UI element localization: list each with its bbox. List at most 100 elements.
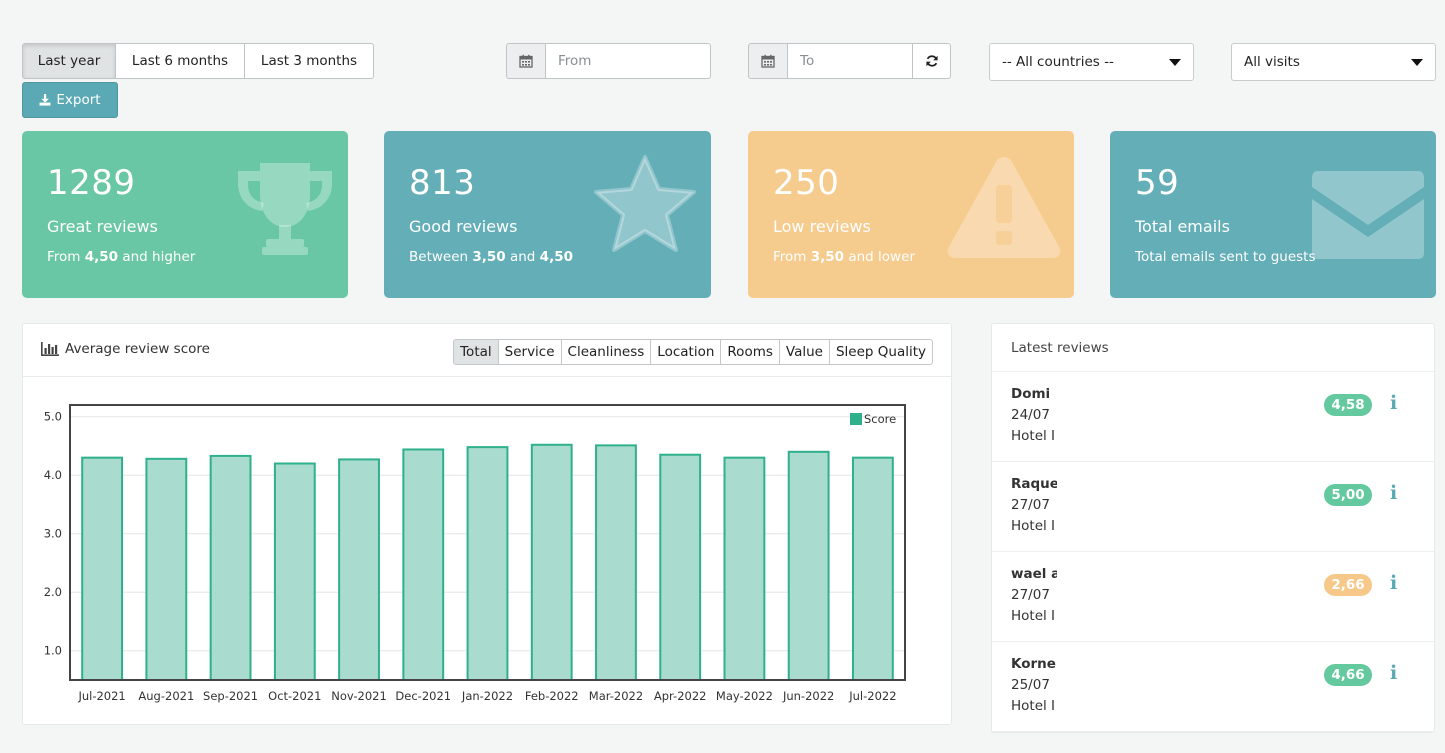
x-tick-label: Dec-2021 [395, 689, 451, 703]
x-tick-label: Jul-2022 [848, 689, 896, 703]
x-tick-label: Jan-2022 [461, 689, 513, 703]
calendar-icon[interactable] [506, 43, 546, 79]
chart-panel-header: Average review score Total Service Clean… [23, 324, 951, 377]
good-reviews-subtitle: Between 3,50 and 4,50 [409, 249, 573, 265]
great-reviews-count: 1289 [47, 163, 136, 203]
good-reviews-count: 813 [409, 163, 476, 203]
review-item[interactable]: Domi 24/07 Hotel I 4,58 i [992, 372, 1434, 462]
caret-down-icon [1411, 58, 1423, 66]
bar [466, 446, 509, 682]
refresh-icon[interactable] [913, 43, 951, 79]
bar [595, 444, 637, 681]
low-reviews-card: 250 Low reviews From 3,50 and lower [748, 131, 1074, 298]
info-icon[interactable]: i [1390, 482, 1397, 504]
bar [723, 456, 766, 681]
great-reviews-title: Great reviews [47, 217, 158, 236]
reviews-list: Domi 24/07 Hotel I 4,58 i Raque 27/07 Hotel I 5,… [992, 372, 1434, 732]
x-tick-label: Jul-2021 [77, 689, 125, 703]
review-hotel: Hotel I [1011, 608, 1056, 624]
review-score-badge: 5,00 [1324, 484, 1372, 506]
bar [338, 458, 380, 682]
review-date: 27/07 [1011, 587, 1050, 603]
x-tick-label: Aug-2021 [138, 689, 194, 703]
caret-down-icon [1169, 58, 1181, 66]
low-reviews-title: Low reviews [773, 217, 871, 236]
info-icon[interactable]: i [1390, 662, 1397, 684]
review-date: 25/07 [1011, 677, 1050, 693]
review-hotel: Hotel I [1011, 518, 1056, 534]
bar [81, 456, 124, 681]
review-score-badge: 4,58 [1324, 394, 1372, 416]
to-date-group [748, 43, 951, 79]
bar-chart-icon [41, 342, 59, 356]
country-select[interactable]: -- All countries -- [989, 43, 1194, 81]
latest-reviews-panel: Latest reviews Domi 24/07 Hotel I 4,58 i Raqu… [991, 323, 1435, 733]
visits-select-value: All visits [1244, 54, 1300, 70]
review-hotel: Hotel I [1011, 698, 1056, 714]
legend-label: Score [864, 412, 896, 426]
bar [659, 453, 702, 681]
y-tick-label: 4.0 [44, 468, 62, 482]
review-item[interactable]: Raque 27/07 Hotel I 5,00 i [992, 462, 1434, 552]
bar [851, 456, 894, 681]
x-tick-label: Jun-2022 [782, 689, 834, 703]
bar [273, 462, 316, 681]
x-tick-label: Apr-2022 [654, 689, 707, 703]
reviewer-name: wael a [1011, 566, 1057, 582]
calendar-icon[interactable] [748, 43, 788, 79]
warning-icon [947, 157, 1061, 258]
chart-panel: Average review score Total Service Clean… [22, 323, 952, 725]
good-reviews-card: 813 Good reviews Between 3,50 and 4,50 [384, 131, 711, 298]
review-date: 24/07 [1011, 407, 1050, 423]
score-category-tabs: Total Service Cleanliness Location Rooms… [453, 339, 933, 365]
chart-title-text: Average review score [65, 341, 210, 357]
last-year-button[interactable]: Last year [22, 43, 116, 79]
download-icon [39, 94, 51, 106]
great-reviews-subtitle: From 4,50 and higher [47, 249, 196, 265]
bar [402, 448, 445, 682]
total-emails-subtitle: Total emails sent to guests [1135, 249, 1316, 265]
average-score-bar-chart: 5.0 4.0 3.0 2.0 1.0 Jul-2021 Aug-2021 Sep-2021 O… [44, 404, 906, 703]
x-tick-label: Mar-2022 [589, 689, 643, 703]
latest-reviews-title: Latest reviews [992, 324, 1434, 372]
total-emails-count: 59 [1135, 163, 1180, 203]
tab-location[interactable]: Location [650, 339, 722, 365]
total-emails-title: Total emails [1135, 217, 1230, 236]
tab-rooms[interactable]: Rooms [720, 339, 780, 365]
bar [145, 457, 188, 681]
from-date-group [506, 43, 711, 79]
review-hotel: Hotel I [1011, 428, 1056, 444]
visits-select[interactable]: All visits [1231, 43, 1436, 81]
to-date-input[interactable] [788, 43, 913, 79]
good-reviews-title: Good reviews [409, 217, 518, 236]
legend-swatch [850, 413, 862, 425]
last-3-months-button[interactable]: Last 3 months [244, 43, 374, 79]
envelope-icon [1312, 171, 1424, 259]
great-reviews-card: 1289 Great reviews From 4,50 and higher [22, 131, 348, 298]
tab-sleep-quality[interactable]: Sleep Quality [828, 339, 933, 365]
star-icon [594, 155, 696, 252]
review-date: 27/07 [1011, 497, 1050, 513]
review-item[interactable]: Korne 25/07 Hotel I 4,66 i [992, 642, 1434, 732]
y-tick-label: 2.0 [44, 585, 62, 599]
review-score-badge: 4,66 [1324, 664, 1372, 686]
tab-service[interactable]: Service [497, 339, 562, 365]
chart-title: Average review score [41, 341, 210, 357]
info-icon[interactable]: i [1390, 392, 1397, 414]
tab-total[interactable]: Total [453, 339, 499, 365]
tab-value[interactable]: Value [778, 339, 830, 365]
y-tick-label: 1.0 [44, 644, 62, 658]
tab-cleanliness[interactable]: Cleanliness [560, 339, 652, 365]
low-reviews-subtitle: From 3,50 and lower [773, 249, 915, 265]
export-button[interactable]: Export [22, 82, 118, 118]
x-tick-label: Nov-2021 [331, 689, 387, 703]
low-reviews-count: 250 [773, 163, 840, 203]
bar [530, 443, 573, 681]
info-icon[interactable]: i [1390, 572, 1397, 594]
x-tick-label: Sep-2021 [203, 689, 258, 703]
from-date-input[interactable] [546, 43, 711, 79]
review-item[interactable]: wael a 27/07 Hotel I 2,66 i [992, 552, 1434, 642]
total-emails-card: 59 Total emails Total emails sent to gue… [1110, 131, 1436, 298]
reviewer-name: Domi [1011, 386, 1051, 402]
last-6-months-button[interactable]: Last 6 months [115, 43, 245, 79]
